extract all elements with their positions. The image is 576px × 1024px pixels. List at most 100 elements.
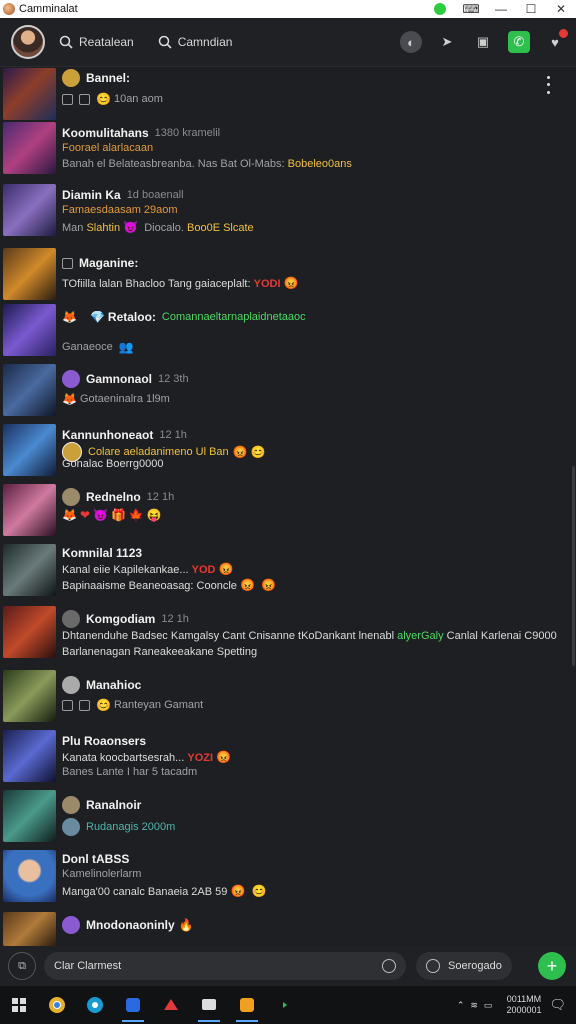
notification-center-icon[interactable]: 🗨 (549, 997, 566, 1013)
list-item[interactable]: Donl tABSS Kamelinolerlarm Manga'00 cana… (0, 850, 560, 910)
minimize-button[interactable]: — (486, 0, 516, 18)
list-item[interactable]: Diamin Ka 1d boaenall Famaesdaasam 29aom… (0, 184, 560, 244)
row-time: 12 1h (161, 613, 189, 625)
list-item[interactable]: Manahioc 😊 Ranteyan Gamant (0, 670, 560, 730)
thumbnail-image (3, 670, 56, 722)
search-tab-2-label: Camndian (177, 35, 233, 49)
row-preview: Banah el Belateasbreanba. Nas Bat Ol-Mab… (62, 158, 285, 170)
list-item[interactable]: Bannel: 😊 10an aom (0, 66, 560, 126)
row-preview-2: Bapinaaisme Beaneoasag: Cooncle (62, 580, 237, 592)
row-subtitle: Ranteyan Gamant (113, 699, 204, 711)
emoji-icon-3: 😡 (260, 578, 276, 592)
composer-bar: ⧉ Clar Clarmest Soerogado + (0, 946, 576, 986)
shield-icon[interactable]: ◐ (400, 31, 422, 53)
row-name: Koomulitahans (62, 126, 149, 140)
row-preview: TOfiilla lalan Bhacloo Tang gaiaceplalt: (62, 278, 251, 290)
row-name: Gamnonaol (86, 372, 153, 386)
row-time: 12 1h (159, 429, 187, 441)
message-input[interactable]: Clar Clarmest (44, 952, 406, 980)
row-preview-2: Diocalo. (144, 222, 184, 234)
user-avatar[interactable] (11, 25, 45, 59)
chrome-icon[interactable] (38, 986, 76, 1024)
list-item[interactable]: Komgodiam 12 1h Dhtanenduhe Badsec Kamga… (0, 606, 560, 666)
message-input-placeholder: Clar Clarmest (54, 960, 122, 972)
row-name: Rednelno (86, 490, 141, 504)
list-item[interactable]: Koomulitahans 1380 kramelil Foorael alar… (0, 122, 560, 182)
list-item[interactable]: Gamnonaol 12 3th 🦊 Gotaeninalra 1l9m (0, 364, 560, 424)
network-icon[interactable]: ⌃ (457, 1000, 465, 1011)
close-button[interactable]: ✕ (546, 0, 576, 18)
app-icon-orange[interactable] (228, 986, 266, 1024)
emoji-icon-5: 😝 (146, 508, 162, 522)
row-name: Manahioc (86, 678, 142, 692)
status-indicator-icon (434, 3, 446, 15)
square-icon (62, 699, 73, 711)
sticker-button-label: Soerogado (448, 960, 502, 972)
emoji-icon-2: 😊 (251, 884, 267, 898)
emoji-icon-2: 😡 (239, 578, 255, 592)
app-icon-chat[interactable] (190, 986, 228, 1024)
list-item[interactable]: 🦊 💎 Retaloo: Comannaeltarnaplaidnetaaoc … (0, 304, 560, 364)
row-name: Komnilal 1123 (62, 546, 143, 560)
maximize-button[interactable]: ☐ (516, 0, 546, 18)
list-item[interactable]: Ranalnoir Rudanagis 2000m (0, 790, 560, 850)
send-icon[interactable]: ➤ (436, 31, 458, 53)
add-button[interactable]: + (538, 952, 566, 980)
thumbnail-image (3, 364, 56, 416)
thumbnail-image (3, 122, 56, 174)
search-tab-1-label: Reatalean (79, 35, 134, 49)
keyboard-icon[interactable]: ⌨ (456, 0, 486, 18)
list-item[interactable]: Kannunhoneaot 12 1h Colare aeladanimeno … (0, 424, 560, 484)
mini-avatar (62, 796, 80, 814)
row-name: Donl tABSS (62, 852, 130, 866)
mini-avatar (62, 370, 80, 388)
thumbnail-image (3, 304, 56, 356)
wifi-icon[interactable]: ≋ (470, 1000, 478, 1011)
row-subtitle: Gotaeninalra 1l9m (79, 393, 170, 405)
emoji-icon: 😡 (283, 276, 299, 290)
notifications-icon[interactable]: ♥ (544, 28, 569, 53)
taskbar-clock[interactable]: 0011MM 2000001 (506, 994, 541, 1016)
thumbnail-image (3, 248, 56, 300)
list-item[interactable]: Komnilal 1123 Kanal eiie Kapilekankae...… (0, 544, 560, 604)
scrollbar[interactable] (572, 466, 575, 666)
list-item[interactable]: Plu Roaonsers Kanata koocbartsesrah... Y… (0, 730, 560, 790)
attach-icon[interactable]: ⧉ (8, 952, 36, 980)
list-item[interactable]: Mnodonaoninly 🔥 (0, 912, 560, 946)
taskbar-date: 2000001 (506, 1005, 542, 1015)
emoji-icon: 😡 (218, 562, 234, 576)
search-tab-2[interactable]: Camndian (158, 35, 233, 49)
list-item[interactable]: Maganine: TOfiilla lalan Bhacloo Tang ga… (0, 246, 560, 306)
mini-avatar (62, 676, 80, 694)
emoji-icon: 👥 (118, 340, 134, 354)
more-options-icon[interactable] (540, 74, 556, 96)
mini-avatar (62, 69, 80, 87)
app-icon-blue[interactable] (114, 986, 152, 1024)
image-icon (79, 93, 90, 105)
thumbnail-image (3, 68, 56, 120)
app-icon-small[interactable] (266, 986, 304, 1024)
inbox-icon[interactable]: ▣ (472, 31, 494, 53)
window-title: Camminalat (19, 3, 78, 15)
row-preview: Kanal eiie Kapilekankae... (62, 564, 189, 576)
clock-icon[interactable] (382, 959, 396, 973)
row-time: 1d boaenall (126, 189, 184, 201)
row-subtitle: Kamelinolerlarm (62, 868, 142, 880)
windows-start-icon[interactable] (0, 986, 38, 1024)
battery-icon[interactable]: ▭ (484, 1000, 493, 1011)
search-tab-1[interactable]: Reatalean (59, 35, 134, 49)
sticker-button[interactable]: Soerogado (416, 952, 512, 980)
phone-icon[interactable]: ✆ (508, 31, 530, 53)
mini-avatar (62, 916, 80, 934)
list-item[interactable]: Rednelno 12 1h 🦊 ❤ 😈 🎁 🍁 😝 (0, 484, 560, 544)
notification-badge (558, 28, 569, 39)
thumbnail-image (3, 730, 56, 782)
browser-icon[interactable] (76, 986, 114, 1024)
app-icon-red[interactable] (152, 986, 190, 1024)
row-highlight: Bobeleo0ans (287, 158, 352, 170)
row-subtitle: Foorael alarlacaan (62, 142, 154, 154)
thumbnail-image (3, 184, 56, 236)
row-time: 1380 kramelil (154, 127, 221, 139)
row-preview-2: Canlal Karlenai C9000 (446, 630, 557, 642)
search-icon (59, 35, 73, 49)
